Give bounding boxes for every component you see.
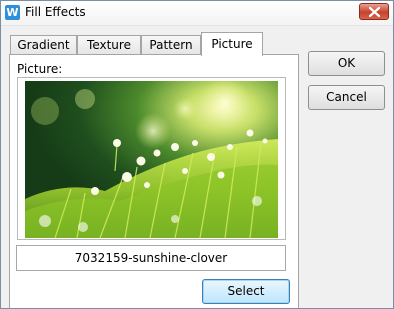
cancel-button[interactable]: Cancel xyxy=(308,85,385,110)
picture-preview xyxy=(17,77,286,240)
picture-label: Picture: xyxy=(17,62,63,76)
close-icon xyxy=(369,7,380,17)
tab-texture[interactable]: Texture xyxy=(77,35,141,54)
window-title: Fill Effects xyxy=(25,5,86,19)
tab-gradient[interactable]: Gradient xyxy=(10,35,77,54)
app-icon: W xyxy=(5,5,20,20)
picture-file-name: 7032159-sunshine-clover xyxy=(16,245,286,271)
preview-image xyxy=(25,81,278,238)
ok-button[interactable]: OK xyxy=(308,51,385,76)
tab-pattern[interactable]: Pattern xyxy=(141,35,201,54)
tab-picture[interactable]: Picture xyxy=(201,32,263,56)
close-button[interactable] xyxy=(359,3,389,20)
select-picture-button[interactable]: Select Picture... xyxy=(202,279,290,308)
title-bar: W Fill Effects xyxy=(1,1,393,26)
fill-effects-dialog: W Fill Effects Gradient Texture Pattern … xyxy=(0,0,394,309)
